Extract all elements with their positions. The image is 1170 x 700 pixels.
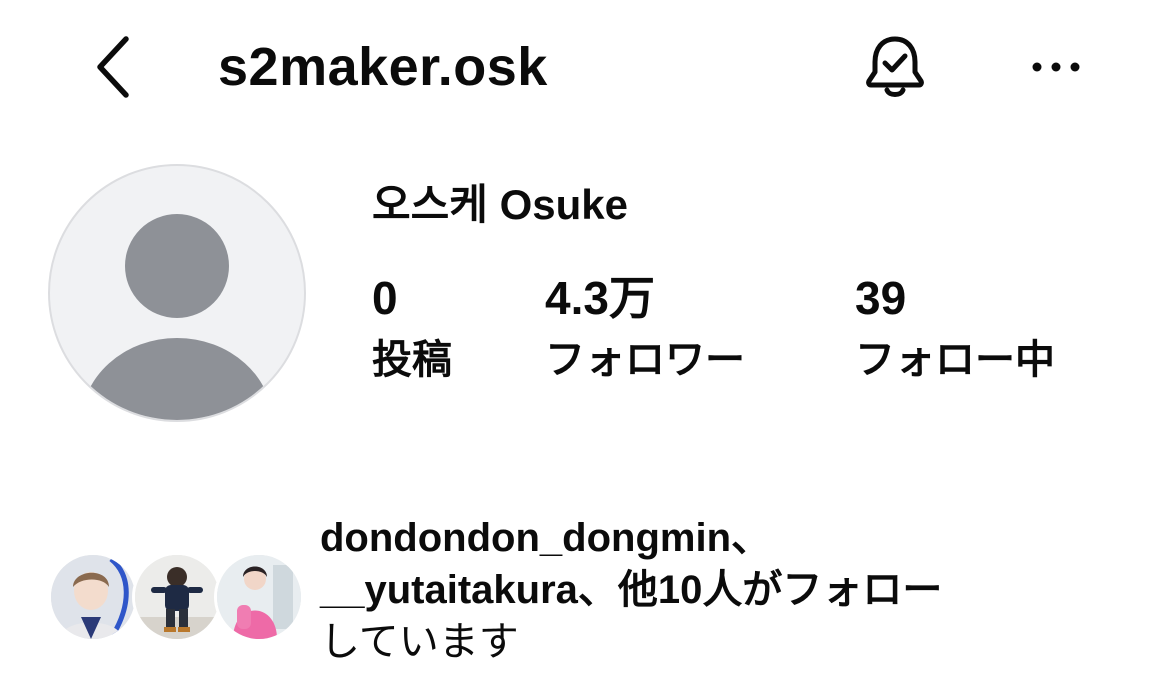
top-bar: s2maker.osk xyxy=(0,0,1170,140)
mutual-followers-text: dondondon_dongmin、 __yutaitakura、他10人がフォ… xyxy=(320,512,1120,668)
notifications-button[interactable] xyxy=(858,30,932,104)
mutual-followers[interactable]: dondondon_dongmin、 __yutaitakura、他10人がフォ… xyxy=(48,510,1148,690)
mutual-text-line: dondondon_dongmin、 xyxy=(320,516,771,560)
following-label: フォロー中 xyxy=(855,338,1055,382)
more-options-button[interactable] xyxy=(1026,40,1086,94)
default-person-icon xyxy=(81,214,273,420)
posts-count: 0 xyxy=(372,272,398,324)
following-count: 39 xyxy=(855,272,907,324)
ellipsis-icon xyxy=(1032,62,1080,72)
posts-label: 投稿 xyxy=(372,338,452,382)
mutual-text-line: しています xyxy=(320,620,519,664)
mutual-avatar xyxy=(48,552,138,642)
display-name: 오스케 Osuke xyxy=(372,181,628,228)
followers-stat[interactable]: 4.3万 フォロワー xyxy=(545,270,745,388)
mutual-text-line: __yutaitakura、他10人がフォロー xyxy=(320,568,943,612)
posts-stat[interactable]: 0 投稿 xyxy=(372,270,452,388)
mutual-avatar xyxy=(214,552,304,642)
followers-count: 4.3万 xyxy=(545,272,655,324)
profile-avatar[interactable] xyxy=(48,164,306,422)
followers-label: フォロワー xyxy=(545,338,745,382)
following-stat[interactable]: 39 フォロー中 xyxy=(855,270,1055,388)
mutual-avatar xyxy=(132,552,222,642)
back-button[interactable] xyxy=(88,34,140,100)
chevron-left-icon xyxy=(97,36,129,98)
bell-check-icon xyxy=(866,36,924,97)
page-title: s2maker.osk xyxy=(218,37,548,97)
